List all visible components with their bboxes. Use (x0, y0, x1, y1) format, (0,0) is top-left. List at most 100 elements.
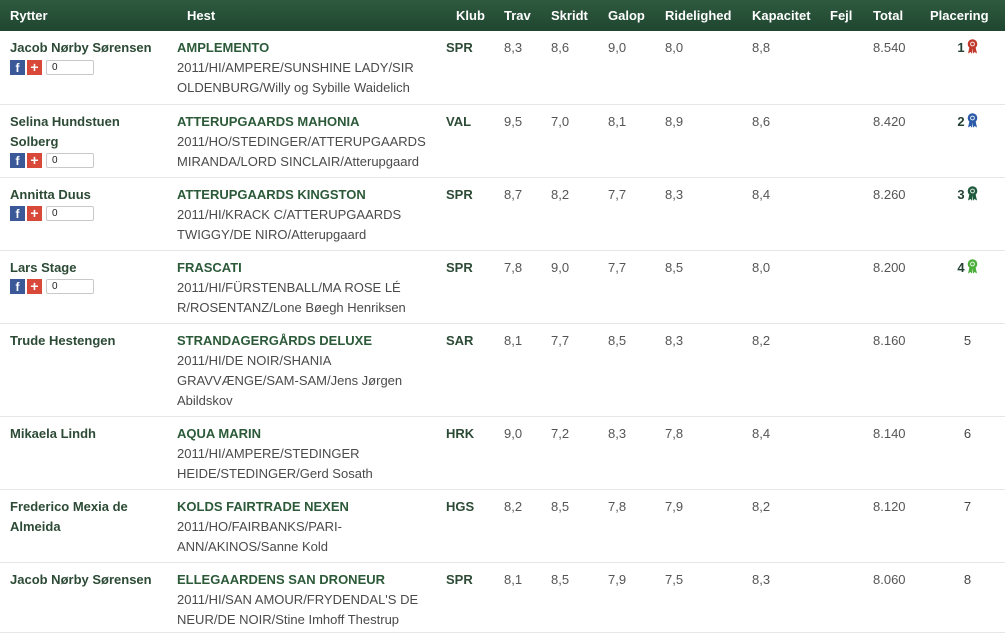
horse-name[interactable]: ATTERUPGAARDS KINGSTON (177, 185, 446, 205)
col-ridelighed: Ridelighed (665, 8, 732, 23)
score-kapacitet: 8,2 (752, 332, 771, 348)
score-trav: 8,3 (504, 40, 523, 55)
col-placering: Placering (930, 8, 989, 23)
rosette-green-icon (967, 258, 977, 274)
col-rider: Rytter (10, 8, 48, 23)
table-row: Annitta Duus f +0 ATTERUPGAARDS KINGSTON 201… (0, 177, 1005, 250)
rosette-darkgreen-icon (967, 185, 977, 201)
score-ridelighed: 8,9 (665, 113, 684, 129)
score-ridelighed: 8,3 (665, 332, 684, 348)
col-total: Total (873, 8, 904, 23)
score-kapacitet: 8,2 (752, 498, 771, 514)
facebook-icon[interactable]: f (10, 153, 25, 168)
table-row: Jacob Nørby Sørensen f +0 AMPLEMENTO 2011/HI… (0, 31, 1005, 104)
rider-name[interactable]: Jacob Nørby Sørensen (10, 570, 169, 590)
col-club: Klub (456, 8, 485, 23)
score-total: 8.200 (873, 259, 906, 275)
share-count: 0 (46, 206, 94, 221)
score-trav: 8,2 (504, 498, 523, 514)
score-trav: 9,5 (504, 113, 523, 129)
google-plus-icon[interactable]: + (27, 59, 42, 75)
rider-name[interactable]: Trude Hestengen (10, 331, 169, 351)
score-kapacitet: 8,8 (752, 40, 771, 55)
club-code: VAL (446, 113, 472, 129)
share-count: 0 (46, 153, 94, 168)
placement: 2 (930, 104, 1005, 177)
table-row: Mikaela Lindh AQUA MARIN 2011/HI/AMPERE/ST… (0, 416, 1005, 489)
google-plus-icon[interactable]: + (27, 206, 42, 221)
score-fejl (830, 416, 873, 489)
score-total: 8.120 (873, 498, 906, 514)
placement-number: 1 (957, 40, 965, 55)
score-galop: 8,1 (608, 113, 627, 129)
facebook-icon[interactable]: f (10, 206, 25, 221)
horse-name[interactable]: AMPLEMENTO (177, 38, 446, 58)
score-fejl (830, 489, 873, 562)
google-plus-icon[interactable]: + (27, 153, 42, 168)
rosette-blue-icon (967, 112, 977, 128)
share-buttons: f +0 (10, 278, 169, 296)
share-buttons: f +0 (10, 152, 169, 170)
table-row: Selina Hundstuen Solberg f +0 ATTERUPGAARDS… (0, 104, 1005, 177)
share-buttons: f +0 (10, 205, 169, 223)
horse-name[interactable]: STRANDAGERGÅRDS DELUXE (177, 331, 446, 351)
rider-name[interactable]: Frederico Mexia de Almeida (10, 497, 169, 537)
facebook-icon[interactable]: f (10, 59, 25, 75)
score-trav: 9,0 (504, 425, 523, 441)
placement-number: 8 (963, 571, 972, 587)
score-fejl (830, 250, 873, 323)
horse-pedigree: 2011/HI/SAN AMOUR/FRYDENDAL'S DE NEUR/DE… (177, 591, 419, 627)
score-ridelighed: 7,9 (665, 498, 684, 514)
horse-pedigree: 2011/HO/FAIRBANKS/PARI-ANN/AKINOS/Sanne … (177, 518, 342, 554)
score-trav: 7,8 (504, 259, 523, 275)
score-fejl (830, 31, 873, 104)
rider-name[interactable]: Annitta Duus (10, 185, 169, 205)
col-fejl: Fejl (830, 8, 853, 23)
horse-pedigree: 2011/HI/FÜRSTENBALL/MA ROSE LÉ R/ROSENTA… (177, 279, 406, 315)
score-ridelighed: 8,0 (665, 40, 684, 55)
horse-name[interactable]: ATTERUPGAARDS MAHONIA (177, 112, 446, 132)
horse-name[interactable]: KOLDS FAIRTRADE NEXEN (177, 497, 446, 517)
score-ridelighed: 8,5 (665, 259, 684, 275)
score-fejl (830, 104, 873, 177)
club-code: HGS (446, 498, 475, 514)
score-total: 8.420 (873, 113, 906, 129)
rider-name[interactable]: Mikaela Lindh (10, 424, 169, 444)
score-galop: 8,5 (608, 332, 627, 348)
club-code: HRK (446, 425, 475, 441)
rider-name[interactable]: Selina Hundstuen Solberg (10, 112, 169, 152)
placement: 5 (930, 323, 1005, 416)
table-row: Lars Stage f +0 FRASCATI 2011/HI/FÜRSTENBALL… (0, 250, 1005, 323)
facebook-icon[interactable]: f (10, 279, 25, 294)
score-skridt: 7,2 (551, 425, 570, 441)
club-code: SAR (446, 332, 474, 348)
horse-name[interactable]: FRASCATI (177, 258, 446, 278)
placement-number: 5 (963, 332, 972, 348)
horse-pedigree: 2011/HO/STEDINGER/ATTERUPGAARDS MIRANDA/… (177, 133, 426, 169)
share-count: 0 (46, 59, 94, 75)
rider-name[interactable]: Jacob Nørby Sørensen (10, 38, 169, 58)
results-table: Rytter Hest Klub Trav Skridt Galop Ridel… (0, 0, 1005, 633)
rider-name[interactable]: Lars Stage (10, 258, 169, 278)
table-row: Frederico Mexia de Almeida KOLDS FAIRTRAD… (0, 489, 1005, 562)
club-code: SPR (446, 40, 473, 55)
col-galop: Galop (608, 8, 645, 23)
placement: 7 (930, 489, 1005, 562)
col-horse: Hest (187, 8, 216, 23)
club-code: SPR (446, 186, 473, 202)
google-plus-icon[interactable]: + (27, 279, 42, 294)
score-total: 8.140 (873, 425, 906, 441)
score-kapacitet: 8,3 (752, 571, 771, 587)
score-ridelighed: 8,3 (665, 186, 684, 202)
col-kapacitet: Kapacitet (752, 8, 811, 23)
rosette-red-icon (967, 39, 977, 54)
placement-number: 4 (957, 259, 965, 275)
score-ridelighed: 7,5 (665, 571, 684, 587)
score-galop: 8,3 (608, 425, 627, 441)
horse-name[interactable]: AQUA MARIN (177, 424, 446, 444)
share-buttons: f +0 (10, 58, 169, 76)
score-fejl (830, 177, 873, 250)
score-trav: 8,1 (504, 571, 523, 587)
placement: 4 (930, 250, 1005, 323)
horse-name[interactable]: ELLEGAARDENS SAN DRONEUR (177, 570, 446, 590)
